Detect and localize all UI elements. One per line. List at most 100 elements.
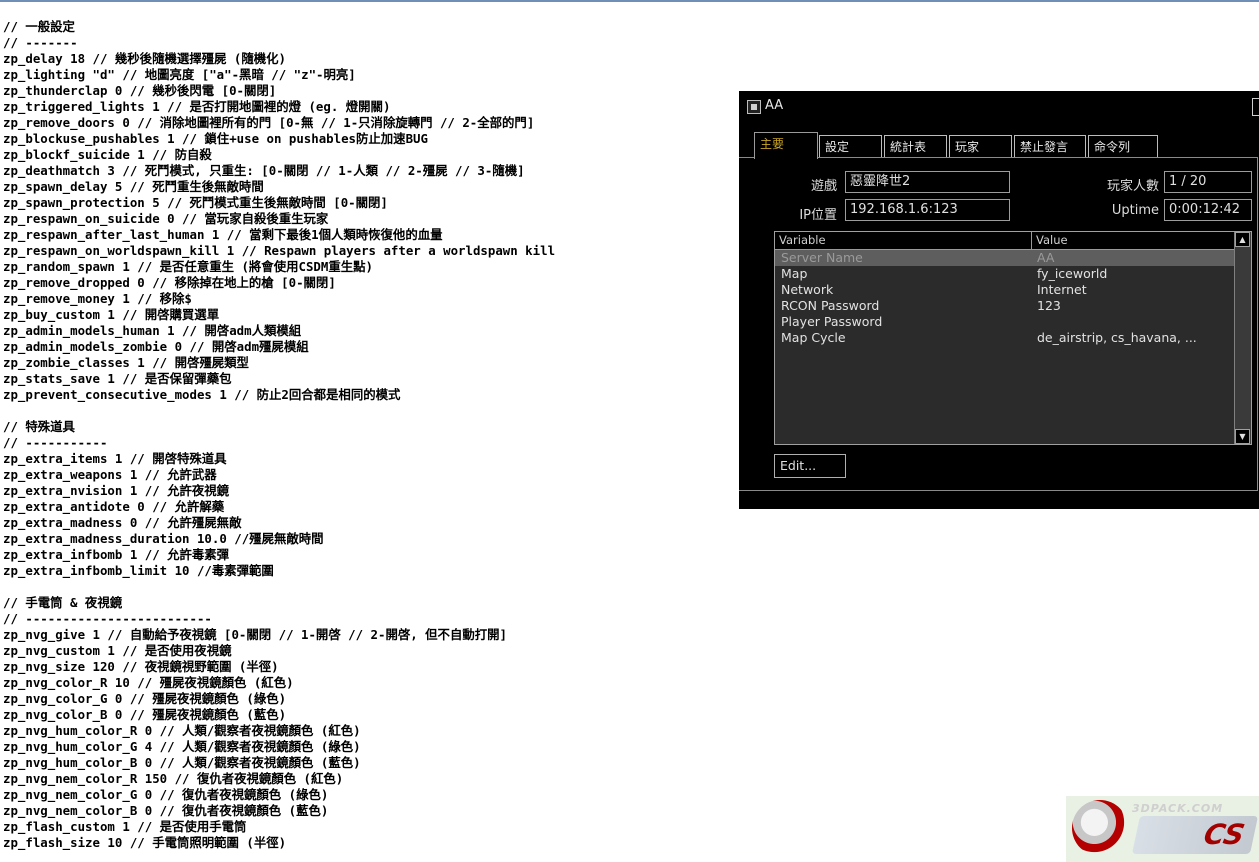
table-row[interactable]: Network Internet bbox=[775, 282, 1237, 298]
config-line: zp_delay 18 // 幾秒後隨機選擇殭屍 (隨機化) bbox=[3, 51, 286, 66]
list-header: Variable Value bbox=[775, 232, 1237, 250]
config-line: zp_zombie_classes 1 // 開啓殭屍類型 bbox=[3, 355, 249, 370]
config-line: zp_flash_size 10 // 手電筒照明範圍 (半徑) bbox=[3, 835, 287, 850]
config-line: zp_lighting "d" // 地圖亮度 ["a"-黑暗 // "z"-明… bbox=[3, 67, 356, 82]
tab-stats[interactable]: 統計表 bbox=[884, 135, 947, 157]
table-row[interactable]: RCON Password 123 bbox=[775, 298, 1237, 314]
config-line: zp_extra_nvision 1 // 允許夜視鏡 bbox=[3, 483, 230, 498]
config-line: zp_triggered_lights 1 // 是否打開地圖裡的燈 (eg. … bbox=[3, 99, 391, 114]
config-line: zp_respawn_on_suicide 0 // 當玩家自殺後重生玩家 bbox=[3, 211, 329, 226]
config-line bbox=[3, 403, 555, 419]
config-line: zp_respawn_on_worldspawn_kill 1 // Respa… bbox=[3, 243, 556, 258]
config-line bbox=[3, 579, 555, 595]
config-line: zp_nvg_nem_color_B 0 // 復仇者夜視鏡顏色 (藍色) bbox=[3, 803, 329, 818]
logo-emblem-icon bbox=[1072, 800, 1128, 856]
ip-field[interactable]: 192.168.1.6:123 bbox=[845, 199, 1010, 221]
config-line: zp_extra_antidote 0 // 允許解藥 bbox=[3, 499, 225, 514]
config-line: zp_spawn_protection 5 // 死鬥模式重生後無敵時間 [0-… bbox=[3, 195, 388, 210]
game-label: 遊戲 bbox=[810, 179, 837, 194]
close-icon[interactable] bbox=[1252, 98, 1259, 116]
config-line: zp_respawn_after_last_human 1 // 當剩下最後1個… bbox=[3, 227, 443, 242]
cell-variable: Map Cycle bbox=[781, 330, 846, 345]
config-line: // ------------------------- bbox=[3, 611, 212, 626]
config-line: zp_nvg_color_B 0 // 殭屍夜視鏡顏色 (藍色) bbox=[3, 707, 287, 722]
tab-bans[interactable]: 禁止發言 bbox=[1014, 135, 1086, 157]
config-line: zp_nvg_nem_color_G 0 // 復仇者夜視鏡顏色 (綠色) bbox=[3, 787, 329, 802]
config-line: zp_flash_custom 1 // 是否使用手電筒 bbox=[3, 819, 247, 834]
cell-variable: Player Password bbox=[781, 314, 883, 329]
config-line: zp_extra_weapons 1 // 允許武器 bbox=[3, 467, 217, 482]
config-line: zp_nvg_color_G 0 // 殭屍夜視鏡顏色 (綠色) bbox=[3, 691, 287, 706]
table-row[interactable]: Player Password bbox=[775, 314, 1237, 330]
watermark-logo: 3DPACK.COM bbox=[1066, 796, 1259, 862]
config-line: zp_stats_save 1 // 是否保留彈藥包 bbox=[3, 371, 232, 386]
uptime-label: Uptime bbox=[1111, 203, 1159, 218]
config-line: zp_prevent_consecutive_modes 1 // 防止2回合都… bbox=[3, 387, 401, 402]
server-variable-list[interactable]: Variable Value Server Name AA Map fy_icewor… bbox=[774, 231, 1252, 445]
tab-main[interactable]: 主要 bbox=[754, 132, 818, 159]
config-line: zp_remove_dropped 0 // 移除掉在地上的槍 [0-關閉] bbox=[3, 275, 336, 290]
table-row[interactable]: Map fy_iceworld bbox=[775, 266, 1237, 282]
config-line: zp_remove_money 1 // 移除$ bbox=[3, 291, 192, 306]
cell-value: de_airstrip, cs_havana, ... bbox=[1037, 330, 1197, 345]
column-header-value[interactable]: Value bbox=[1032, 232, 1237, 249]
tab-players[interactable]: 玩家 bbox=[949, 135, 1012, 157]
config-line: // 特殊道具 bbox=[3, 419, 75, 434]
list-rows: Server Name AA Map fy_iceworld Network Intern… bbox=[775, 250, 1237, 346]
players-field[interactable]: 1 / 20 bbox=[1164, 171, 1252, 193]
cell-variable: Server Name bbox=[781, 250, 863, 265]
tab-settings[interactable]: 設定 bbox=[819, 135, 882, 157]
top-border bbox=[0, 0, 1259, 2]
config-line: zp_blockf_suicide 1 // 防自殺 bbox=[3, 147, 212, 162]
config-line: // 一般設定 bbox=[3, 19, 75, 34]
uptime-field[interactable]: 0:00:12:42 bbox=[1164, 199, 1252, 221]
config-line: zp_admin_models_zombie 0 // 開啓adm殭屍模組 bbox=[3, 339, 309, 354]
server-window: AA 主要 設定 統計表 玩家 禁止發言 命令列 遊戲 惡靈降世2 IP位置 1… bbox=[739, 91, 1259, 509]
table-row[interactable]: Server Name AA bbox=[775, 250, 1237, 266]
config-line: // ------- bbox=[3, 35, 78, 50]
config-line: zp_deathmatch 3 // 死鬥模式, 只重生: [0-關閉 // 1… bbox=[3, 163, 525, 178]
cell-value: Internet bbox=[1037, 282, 1087, 297]
window-titlebar[interactable]: AA bbox=[739, 91, 1259, 121]
scroll-down-icon[interactable]: ▼ bbox=[1235, 429, 1250, 444]
config-line: zp_nvg_hum_color_B 0 // 人類/觀察者夜視鏡顏色 (藍色) bbox=[3, 755, 361, 770]
game-field[interactable]: 惡靈降世2 bbox=[845, 171, 1010, 193]
config-line: zp_nvg_color_R 10 // 殭屍夜視鏡顏色 (紅色) bbox=[3, 675, 294, 690]
players-label: 玩家人數 bbox=[1106, 179, 1159, 194]
window-title: AA bbox=[765, 98, 784, 113]
server-app-icon bbox=[747, 100, 761, 114]
config-line: zp_nvg_nem_color_R 150 // 復仇者夜視鏡顏色 (紅色) bbox=[3, 771, 344, 786]
cell-variable: RCON Password bbox=[781, 298, 880, 313]
config-text[interactable]: // 一般設定// ------- zp_delay 18 // 幾秒後隨機選擇殭… bbox=[3, 19, 555, 851]
config-line: zp_nvg_custom 1 // 是否使用夜視鏡 bbox=[3, 643, 232, 658]
cell-value: fy_iceworld bbox=[1037, 266, 1108, 281]
scroll-up-icon[interactable]: ▲ bbox=[1235, 232, 1250, 247]
config-line: zp_remove_doors 0 // 消除地圖裡所有的門 [0-無 // 1… bbox=[3, 115, 535, 130]
cell-value: AA bbox=[1037, 250, 1055, 265]
config-line: zp_nvg_hum_color_G 4 // 人類/觀察者夜視鏡顏色 (綠色) bbox=[3, 739, 361, 754]
ip-label: IP位置 bbox=[799, 208, 837, 223]
tab-console[interactable]: 命令列 bbox=[1088, 135, 1158, 157]
config-line: zp_extra_items 1 // 開啓特殊道具 bbox=[3, 451, 227, 466]
list-scrollbar[interactable]: ▲ ▼ bbox=[1234, 232, 1251, 444]
cell-variable: Network bbox=[781, 282, 834, 297]
watermark-text: 3DPACK.COM bbox=[1132, 802, 1224, 815]
config-line: zp_random_spawn 1 // 是否任意重生 (將會使用CSDM重生點… bbox=[3, 259, 373, 274]
config-line: zp_buy_custom 1 // 開啓購買選單 bbox=[3, 307, 220, 322]
config-line: zp_extra_infbomb 1 // 允許毒素彈 bbox=[3, 547, 230, 562]
table-row[interactable]: Map Cycle de_airstrip, cs_havana, ... bbox=[775, 330, 1237, 346]
edit-button[interactable]: Edit... bbox=[774, 454, 846, 478]
config-line: zp_nvg_size 120 // 夜視鏡視野範圍 (半徑) bbox=[3, 659, 279, 674]
config-line: zp_spawn_delay 5 // 死鬥重生後無敵時間 bbox=[3, 179, 264, 194]
cell-value: 123 bbox=[1037, 298, 1061, 313]
column-header-variable[interactable]: Variable bbox=[775, 232, 1032, 249]
config-line: zp_extra_infbomb_limit 10 //毒素彈範圍 bbox=[3, 563, 274, 578]
config-line: zp_thunderclap 0 // 幾秒後閃電 [0-關閉] bbox=[3, 83, 277, 98]
cell-variable: Map bbox=[781, 266, 808, 281]
watermark-cs-badge bbox=[1131, 816, 1259, 854]
config-line: // ----------- bbox=[3, 435, 108, 450]
config-line: zp_extra_madness_duration 10.0 //殭屍無敵時間 bbox=[3, 531, 324, 546]
config-line: zp_nvg_hum_color_R 0 // 人類/觀察者夜視鏡顏色 (紅色) bbox=[3, 723, 361, 738]
config-line: zp_extra_madness 0 // 允許殭屍無敵 bbox=[3, 515, 242, 530]
config-line: zp_nvg_give 1 // 自動給予夜視鏡 [0-關閉 // 1-開啓 /… bbox=[3, 627, 507, 642]
